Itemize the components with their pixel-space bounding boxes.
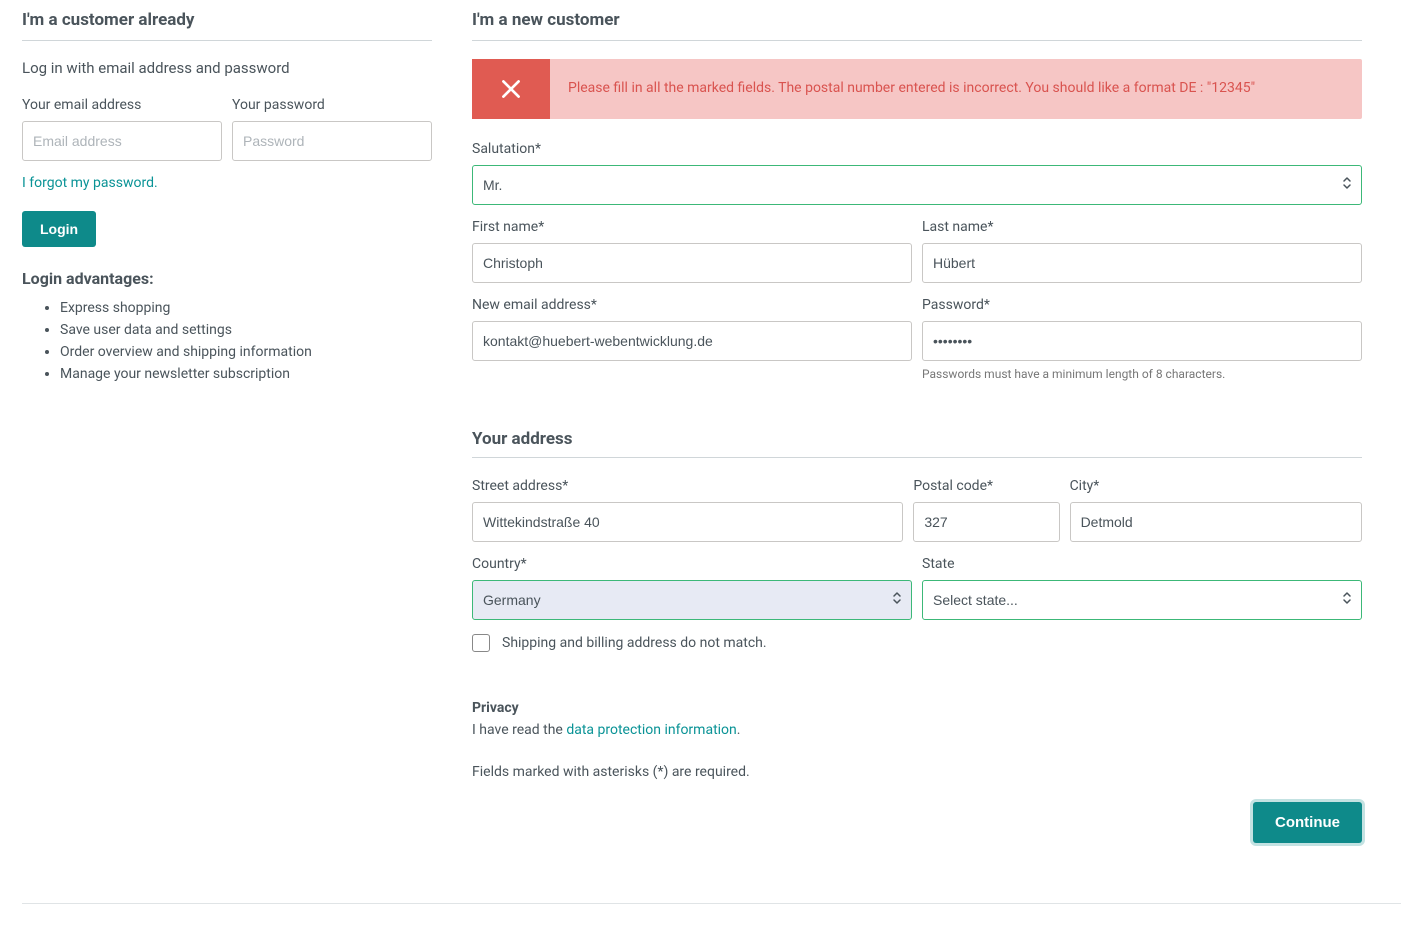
list-item: Manage your newsletter subscription: [60, 366, 432, 382]
privacy-title: Privacy: [472, 700, 1362, 716]
list-item: Express shopping: [60, 300, 432, 316]
login-heading: I'm a customer already: [22, 10, 432, 41]
login-password-input[interactable]: [232, 121, 432, 161]
postal-label: Postal code*: [913, 478, 1059, 494]
firstname-label: First name*: [472, 219, 912, 235]
register-heading: I'm a new customer: [472, 10, 1362, 41]
lastname-label: Last name*: [922, 219, 1362, 235]
register-password-label: Password*: [922, 297, 1362, 313]
error-alert: Please fill in all the marked fields. Th…: [472, 59, 1362, 119]
state-select[interactable]: Select state...: [922, 580, 1362, 620]
close-icon: [472, 59, 550, 119]
street-label: Street address*: [472, 478, 903, 494]
postal-input[interactable]: [913, 502, 1059, 542]
required-fields-note: Fields marked with asterisks (*) are req…: [472, 764, 1362, 780]
state-label: State: [922, 556, 1362, 572]
salutation-label: Salutation*: [472, 141, 1362, 157]
shipping-mismatch-checkbox[interactable]: [472, 634, 490, 652]
continue-button[interactable]: Continue: [1253, 802, 1362, 843]
firstname-input[interactable]: [472, 243, 912, 283]
login-password-label: Your password: [232, 97, 432, 113]
advantages-list: Express shopping Save user data and sett…: [22, 300, 432, 382]
register-email-input[interactable]: [472, 321, 912, 361]
error-alert-text: Please fill in all the marked fields. Th…: [550, 59, 1273, 119]
login-button[interactable]: Login: [22, 211, 96, 247]
address-heading: Your address: [472, 429, 1362, 458]
login-email-label: Your email address: [22, 97, 222, 113]
shipping-mismatch-label: Shipping and billing address do not matc…: [502, 635, 767, 651]
password-helper-text: Passwords must have a minimum length of …: [922, 367, 1362, 381]
lastname-input[interactable]: [922, 243, 1362, 283]
salutation-select[interactable]: Mr.: [472, 165, 1362, 205]
city-input[interactable]: [1070, 502, 1362, 542]
register-password-input[interactable]: [922, 321, 1362, 361]
privacy-text: I have read the data protection informat…: [472, 722, 1362, 738]
advantages-title: Login advantages:: [22, 269, 432, 288]
street-input[interactable]: [472, 502, 903, 542]
list-item: Save user data and settings: [60, 322, 432, 338]
login-email-input[interactable]: [22, 121, 222, 161]
city-label: City*: [1070, 478, 1362, 494]
register-email-label: New email address*: [472, 297, 912, 313]
forgot-password-link[interactable]: I forgot my password.: [22, 175, 158, 191]
country-select[interactable]: Germany: [472, 580, 912, 620]
country-label: Country*: [472, 556, 912, 572]
login-subtext: Log in with email address and password: [22, 59, 432, 77]
data-protection-link[interactable]: data protection information: [566, 722, 736, 738]
list-item: Order overview and shipping information: [60, 344, 432, 360]
footer-divider: [22, 903, 1401, 904]
